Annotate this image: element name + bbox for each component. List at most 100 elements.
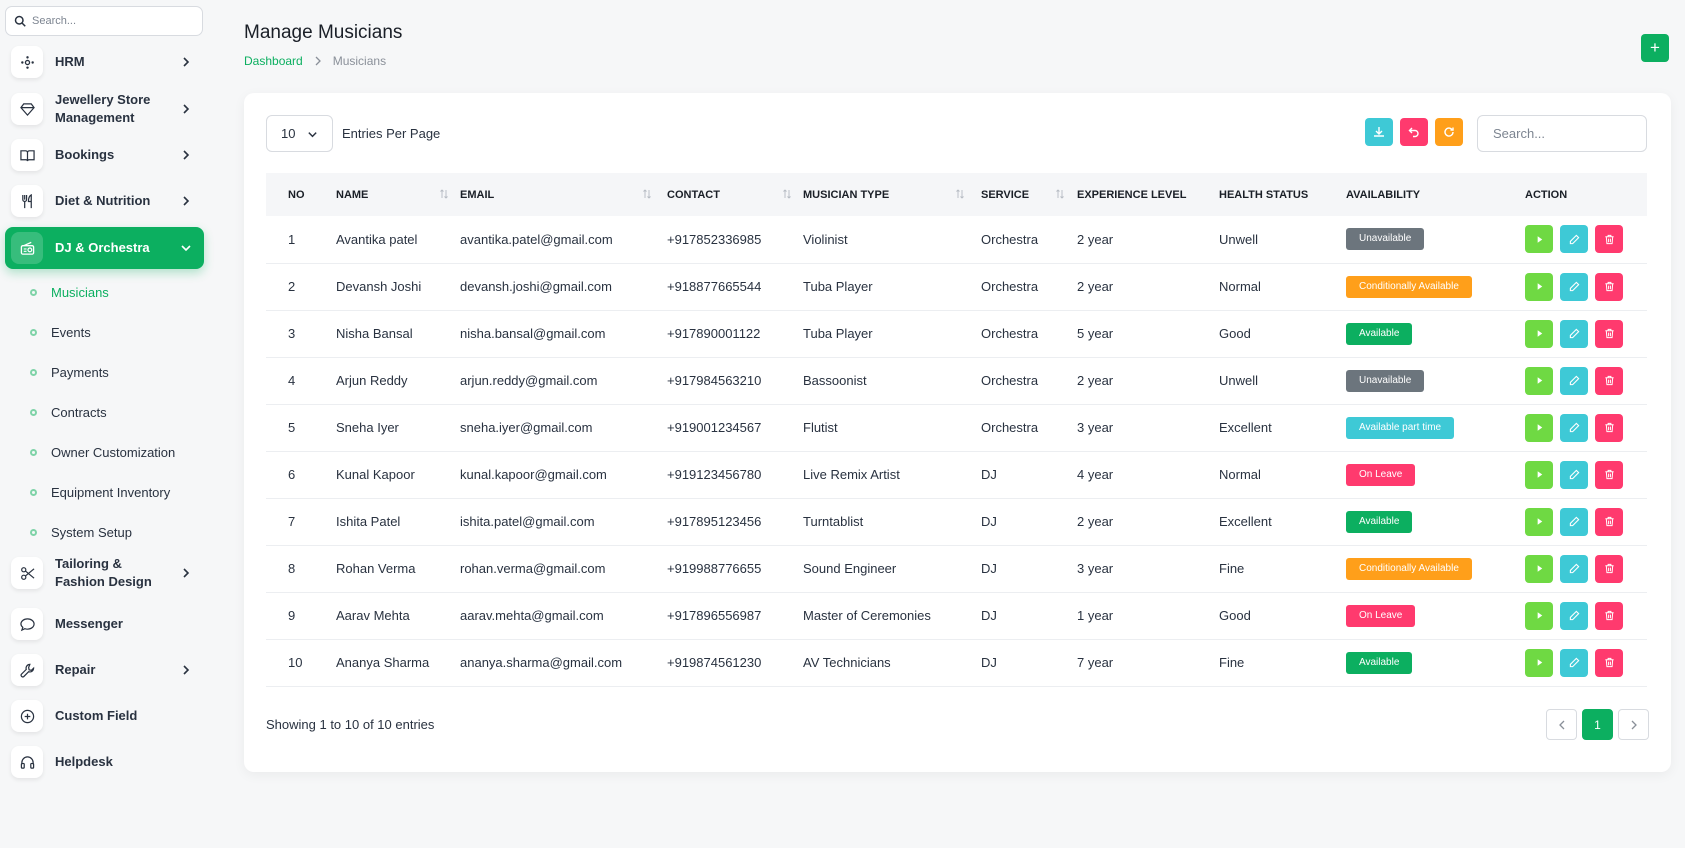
- cell-contact: +917895123456: [667, 514, 762, 529]
- sidebar-search[interactable]: [5, 6, 203, 36]
- cell-musician-type: Tuba Player: [803, 279, 873, 294]
- table-search-input[interactable]: [1477, 115, 1647, 152]
- cell-action: [1525, 357, 1647, 404]
- sidebar-subitem-owner-customization[interactable]: Owner Customization: [25, 442, 175, 462]
- column-header-action: ACTION: [1525, 173, 1647, 216]
- cell-action: [1525, 310, 1647, 357]
- cell-health: Good: [1219, 326, 1251, 341]
- column-header-email[interactable]: EMAIL: [460, 173, 667, 216]
- sidebar-item-jewellery-store-management[interactable]: Jewellery Store Management: [5, 88, 204, 130]
- edit-button[interactable]: [1560, 601, 1588, 630]
- delete-button[interactable]: [1595, 554, 1623, 583]
- edit-button[interactable]: [1560, 225, 1588, 254]
- cell-availability: Unavailable: [1346, 216, 1525, 263]
- view-button[interactable]: [1525, 225, 1553, 254]
- edit-button[interactable]: [1560, 272, 1588, 301]
- cell-name: Arjun Reddy: [336, 373, 408, 388]
- delete-button[interactable]: [1595, 319, 1623, 348]
- view-button[interactable]: [1525, 554, 1553, 583]
- cell-name: Sneha Iyer: [336, 420, 399, 435]
- sidebar-subitem-contracts[interactable]: Contracts: [25, 402, 107, 422]
- refresh-button[interactable]: [1435, 118, 1463, 146]
- reset-button[interactable]: [1400, 118, 1428, 146]
- bullet-icon: [30, 488, 37, 496]
- cell-health: Good: [1219, 608, 1251, 623]
- cell-email: devansh.joshi@gmail.com: [460, 279, 612, 294]
- sidebar-item-diet-nutrition[interactable]: Diet & Nutrition: [5, 180, 204, 222]
- edit-button[interactable]: [1560, 366, 1588, 395]
- cell-experience: 3 year: [1077, 561, 1114, 576]
- sidebar-item-custom-field[interactable]: Custom Field: [5, 695, 204, 737]
- column-header-service[interactable]: SERVICE: [981, 173, 1077, 216]
- sidebar-item-label: Jewellery Store Management: [55, 92, 151, 125]
- cell-musician-type: Violinist: [803, 231, 848, 247]
- sidebar-item-messenger[interactable]: Messenger: [5, 603, 204, 645]
- cell-experience: 1 year: [1077, 608, 1114, 623]
- edit-button[interactable]: [1560, 554, 1588, 583]
- cell-name: Ananya Sharma: [336, 655, 430, 670]
- cell-availability: On Leave: [1346, 592, 1525, 639]
- pencil-icon: [1569, 563, 1579, 574]
- edit-button[interactable]: [1560, 413, 1588, 442]
- trash-icon: [1604, 281, 1614, 292]
- cell-no: 7: [288, 514, 296, 529]
- sidebar-item-bookings[interactable]: Bookings: [5, 134, 204, 176]
- delete-button[interactable]: [1595, 648, 1623, 677]
- view-button[interactable]: [1525, 366, 1553, 395]
- breadcrumb-dashboard-link[interactable]: Dashboard: [244, 54, 303, 68]
- cell-email: aarav.mehta@gmail.com: [460, 608, 604, 623]
- column-header-contact[interactable]: CONTACT: [667, 173, 803, 216]
- next-page-button[interactable]: [1618, 709, 1649, 740]
- delete-button[interactable]: [1595, 225, 1623, 254]
- sidebar-subitem-musicians[interactable]: Musicians: [25, 282, 109, 302]
- cell-no: 8: [288, 561, 296, 576]
- prev-page-button[interactable]: [1546, 709, 1577, 740]
- view-button[interactable]: [1525, 272, 1553, 301]
- sidebar-item-tailoring-fashion-design[interactable]: Tailoring & Fashion Design: [5, 552, 204, 594]
- cell-action: [1525, 216, 1647, 263]
- download-button[interactable]: [1365, 118, 1393, 146]
- availability-badge: Unavailable: [1346, 369, 1425, 392]
- view-button[interactable]: [1525, 648, 1553, 677]
- add-musician-button[interactable]: +: [1641, 34, 1669, 62]
- page-1-button[interactable]: 1: [1582, 709, 1613, 740]
- cell-experience: 4 year: [1077, 467, 1114, 482]
- delete-button[interactable]: [1595, 413, 1623, 442]
- column-header-label: NO: [288, 188, 305, 201]
- delete-button[interactable]: [1595, 507, 1623, 536]
- edit-button[interactable]: [1560, 648, 1588, 677]
- sidebar-item-repair[interactable]: Repair: [5, 649, 204, 691]
- view-button[interactable]: [1525, 413, 1553, 442]
- sidebar-item-hrm[interactable]: HRM: [5, 41, 204, 83]
- edit-button[interactable]: [1560, 460, 1588, 489]
- sidebar-subitem-system-setup[interactable]: System Setup: [25, 522, 132, 542]
- column-header-name[interactable]: NAME: [336, 173, 460, 216]
- view-button[interactable]: [1525, 319, 1553, 348]
- view-button[interactable]: [1525, 601, 1553, 630]
- view-button[interactable]: [1525, 460, 1553, 489]
- table-row: 3 Nisha Bansal nisha.bansal@gmail.com +9178…: [266, 310, 1647, 357]
- edit-button[interactable]: [1560, 319, 1588, 348]
- delete-button[interactable]: [1595, 272, 1623, 301]
- column-header-label: NAME: [336, 188, 369, 201]
- column-header-label: EXPERIENCE LEVEL: [1077, 188, 1187, 201]
- sidebar-subitem-events[interactable]: Events: [25, 322, 91, 342]
- entries-per-page-select[interactable]: 10: [266, 115, 333, 152]
- column-header-musician-type[interactable]: MUSICIAN TYPE: [803, 173, 981, 216]
- delete-button[interactable]: [1595, 460, 1623, 489]
- sidebar-item-helpdesk[interactable]: Helpdesk: [5, 741, 204, 783]
- delete-button[interactable]: [1595, 601, 1623, 630]
- delete-button[interactable]: [1595, 366, 1623, 395]
- view-button[interactable]: [1525, 507, 1553, 536]
- cell-musician-type: Live Remix Artist: [803, 467, 900, 482]
- scissors-icon: [11, 557, 43, 589]
- sidebar-search-input[interactable]: [32, 15, 192, 27]
- edit-button[interactable]: [1560, 507, 1588, 536]
- sidebar-item-label: Diet & Nutrition: [55, 193, 151, 208]
- sidebar-item-dj-orchestra[interactable]: DJ & Orchestra: [5, 227, 204, 269]
- sidebar-subitem-payments[interactable]: Payments: [25, 362, 109, 382]
- sidebar-subitem-equipment-inventory[interactable]: Equipment Inventory: [25, 482, 170, 502]
- play-icon: [1537, 565, 1542, 572]
- column-header-experience-level: EXPERIENCE LEVEL: [1077, 173, 1219, 216]
- cell-contact: +919988776655: [667, 561, 762, 576]
